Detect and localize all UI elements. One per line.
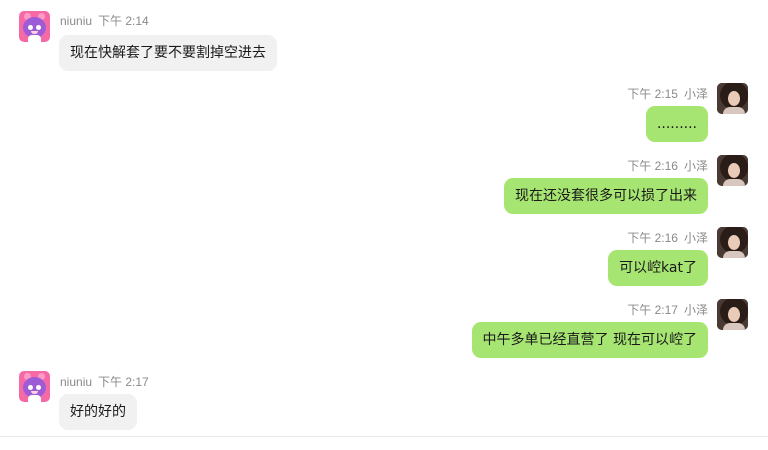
message-bubble[interactable]: 现在快解套了要不要割掉空进去 <box>59 35 277 71</box>
avatar-shoulder <box>723 323 745 330</box>
avatar-eye <box>36 385 41 390</box>
message-meta: niuniu 下午 2:14 <box>60 12 149 29</box>
message-bubble[interactable]: 中午多单已经直营了 现在可以崆了 <box>471 322 708 358</box>
avatar-face <box>728 163 740 178</box>
message-time: 下午 2:14 <box>98 14 149 28</box>
message-meta: 下午 2:17 小泽 <box>627 301 708 318</box>
avatar-niuniu[interactable] <box>19 371 50 402</box>
avatar-shoulder <box>723 251 745 258</box>
avatar-xiaoze[interactable] <box>717 227 748 258</box>
message-bubble[interactable]: ......... <box>645 106 708 142</box>
sender-name: niuniu <box>60 14 93 28</box>
message-bubble[interactable]: 好的好的 <box>59 394 137 430</box>
message-time: 下午 2:16 <box>627 231 678 245</box>
message-meta: 下午 2:16 小泽 <box>627 229 708 246</box>
sender-name: niuniu <box>60 375 93 389</box>
avatar-xiaoze[interactable] <box>717 155 748 186</box>
message-time: 下午 2:17 <box>98 375 149 389</box>
message-meta: 下午 2:16 小泽 <box>627 157 708 174</box>
avatar-eye <box>28 25 33 30</box>
message-time: 下午 2:17 <box>627 303 678 317</box>
message-meta: 下午 2:15 小泽 <box>627 85 708 102</box>
avatar-shoulder <box>723 107 745 114</box>
avatar-body <box>28 395 41 402</box>
avatar-face <box>728 307 740 322</box>
message-time: 下午 2:15 <box>627 87 678 101</box>
message-meta: niuniu 下午 2:17 <box>60 373 149 390</box>
message-time: 下午 2:16 <box>627 159 678 173</box>
sender-name: 小泽 <box>683 159 708 173</box>
avatar-eye <box>28 385 33 390</box>
avatar-shoulder <box>723 179 745 186</box>
avatar-xiaoze[interactable] <box>717 83 748 114</box>
avatar-xiaoze[interactable] <box>717 299 748 330</box>
sender-name: 小泽 <box>683 303 708 317</box>
message-bubble[interactable]: 可以崆kat了 <box>608 250 708 286</box>
composer-divider <box>0 436 768 437</box>
avatar-mouth <box>31 391 38 394</box>
avatar-face <box>728 91 740 106</box>
avatar-eye <box>36 25 41 30</box>
message-bubble[interactable]: 现在还没套很多可以损了出来 <box>504 178 708 214</box>
avatar-niuniu[interactable] <box>19 11 50 42</box>
avatar-face <box>728 235 740 250</box>
avatar-mouth <box>31 31 38 34</box>
sender-name: 小泽 <box>683 87 708 101</box>
sender-name: 小泽 <box>683 231 708 245</box>
avatar-body <box>28 35 41 42</box>
